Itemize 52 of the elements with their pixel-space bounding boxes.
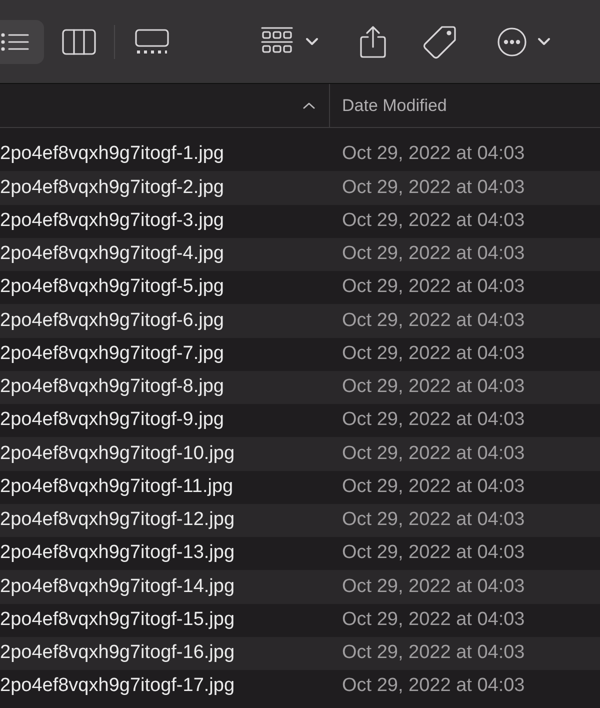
more-icon (497, 26, 527, 56)
file-name: 2po4ef8vqxh9g7itogf-16.jpg (0, 641, 236, 666)
file-name: 2po4ef8vqxh9g7itogf-3.jpg (0, 208, 225, 233)
file-name: 2po4ef8vqxh9g7itogf-8.jpg (0, 375, 225, 400)
date-modified: Oct 29, 2022 at 04:03 (342, 474, 525, 499)
file-row[interactable]: 2po4ef8vqxh9g7itogf-8.jpg Oct 29, 2022 at 04:03 (0, 370, 600, 404)
file-row[interactable]: 2po4ef8vqxh9g7itogf-12.jpg Oct 29, 2022 at 04:03 (0, 504, 600, 537)
file-row[interactable]: 2po4ef8vqxh9g7itogf-16.jpg Oct 29, 2022 at 04:03 (0, 636, 600, 670)
date-modified: Oct 29, 2022 at 04:03 (342, 508, 525, 532)
date-modified: Oct 29, 2022 at 04:03 (342, 375, 525, 400)
file-row[interactable]: 2po4ef8vqxh9g7itogf-14.jpg Oct 29, 2022 at 04:03 (0, 570, 600, 604)
file-name: 2po4ef8vqxh9g7itogf-4.jpg (0, 242, 225, 266)
view-mode-button[interactable] (0, 20, 44, 64)
file-name: 2po4ef8vqxh9g7itogf-13.jpg (0, 541, 236, 566)
columns-view-icon (62, 28, 96, 54)
date-modified: Oct 29, 2022 at 04:03 (342, 242, 525, 266)
file-name: 2po4ef8vqxh9g7itogf-10.jpg (0, 442, 236, 466)
file-name: 2po4ef8vqxh9g7itogf-7.jpg (0, 342, 225, 366)
date-modified: Oct 29, 2022 at 04:03 (342, 442, 525, 466)
file-name: 2po4ef8vqxh9g7itogf-2.jpg (0, 176, 225, 200)
date-modified: Oct 29, 2022 at 04:03 (342, 608, 525, 632)
date-modified: Oct 29, 2022 at 04:03 (342, 275, 525, 300)
file-name: 2po4ef8vqxh9g7itogf-14.jpg (0, 574, 236, 599)
chevron-down-icon (537, 36, 551, 46)
file-row[interactable]: 2po4ef8vqxh9g7itogf-10.jpg Oct 29, 2022 at 04:03 (0, 437, 600, 470)
chevron-down-icon (305, 36, 319, 46)
file-name: 2po4ef8vqxh9g7itogf-17.jpg (0, 674, 236, 698)
tag-icon (423, 24, 457, 58)
share-icon (359, 24, 387, 58)
file-name: 2po4ef8vqxh9g7itogf-9.jpg (0, 408, 225, 432)
sort-ascending-icon[interactable] (303, 102, 315, 110)
gallery-view-icon (135, 28, 169, 54)
date-modified: Oct 29, 2022 at 04:03 (342, 142, 525, 166)
file-row[interactable]: 2po4ef8vqxh9g7itogf-6.jpg Oct 29, 2022 at 04:03 (0, 304, 600, 338)
date-modified: Oct 29, 2022 at 04:03 (342, 408, 525, 432)
date-modified: Oct 29, 2022 at 04:03 (342, 674, 525, 698)
file-name: 2po4ef8vqxh9g7itogf-11.jpg (0, 474, 234, 499)
date-modified: Oct 29, 2022 at 04:03 (342, 541, 525, 566)
date-modified: Oct 29, 2022 at 04:03 (342, 641, 525, 666)
column-title[interactable]: Date Modified (342, 92, 447, 118)
file-row[interactable]: 2po4ef8vqxh9g7itogf-2.jpg Oct 29, 2022 at 04:03 (0, 171, 600, 204)
file-name: 2po4ef8vqxh9g7itogf-1.jpg (0, 142, 225, 166)
date-modified: Oct 29, 2022 at 04:03 (342, 574, 525, 599)
date-modified: Oct 29, 2022 at 04:03 (342, 342, 525, 366)
file-row[interactable]: 2po4ef8vqxh9g7itogf-4.jpg Oct 29, 2022 at 04:03 (0, 238, 600, 271)
date-modified: Oct 29, 2022 at 04:03 (342, 308, 525, 333)
file-name: 2po4ef8vqxh9g7itogf-15.jpg (0, 608, 236, 632)
file-name: 2po4ef8vqxh9g7itogf-6.jpg (0, 308, 225, 333)
file-name: 2po4ef8vqxh9g7itogf-5.jpg (0, 275, 225, 300)
date-modified: Oct 29, 2022 at 04:03 (342, 176, 525, 200)
date-modified: Oct 29, 2022 at 04:03 (342, 208, 525, 233)
file-name: 2po4ef8vqxh9g7itogf-12.jpg (0, 508, 236, 532)
